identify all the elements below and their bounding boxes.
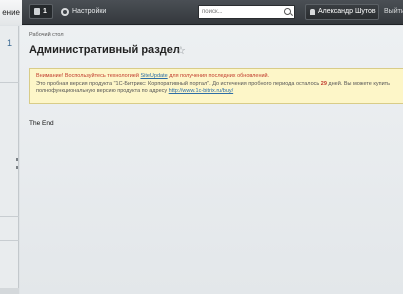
notice-line-2: Это пробная версия продукта "1С-Битрикс:… — [36, 81, 403, 89]
search-input[interactable] — [199, 6, 279, 18]
settings-button[interactable]: Настройки — [61, 0, 106, 25]
left-menu-footer — [0, 288, 19, 294]
notice-line-3: полнофункциональную версию продукта по а… — [36, 88, 403, 96]
logout-link[interactable]: Выйти — [384, 0, 403, 24]
top-panel: ение 1 Настройки Александр Шутов Выйти — [0, 0, 403, 25]
left-menu-divider — [0, 216, 19, 217]
main-content: Рабочий стол Административный раздел ☆ В… — [20, 26, 403, 294]
notifications-count: 1 — [43, 8, 47, 15]
left-menu-marker — [16, 166, 18, 169]
user-name: Александр Шутов — [318, 8, 376, 15]
gear-icon — [61, 8, 69, 16]
left-menu-divider — [0, 82, 19, 83]
notice-line-1: Внимание! Воспользуйтесь технологией Sit… — [36, 73, 403, 81]
footer-text: The End — [29, 120, 54, 127]
buy-text: полнофункциональную версию продукта по а… — [36, 88, 169, 94]
favorite-star-icon[interactable]: ☆ — [176, 44, 186, 57]
buy-link[interactable]: http://www.1c-bitrix.ru/buy/ — [169, 88, 234, 94]
search-box — [198, 5, 295, 19]
notifications-button[interactable]: 1 — [29, 4, 53, 19]
left-menu-divider — [0, 240, 19, 241]
top-tab[interactable]: ение — [0, 0, 22, 25]
breadcrumb[interactable]: Рабочий стол — [29, 32, 64, 38]
notification-icon — [34, 8, 40, 15]
update-notice: Внимание! Воспользуйтесь технологией Sit… — [29, 68, 403, 104]
notice-warning-suffix: для получения последних обновлений. — [167, 73, 270, 79]
left-menu-marker — [16, 158, 18, 161]
left-menu-badge[interactable]: 1 — [0, 38, 19, 48]
user-icon — [310, 9, 315, 15]
left-menu: 1 — [0, 26, 19, 294]
user-button[interactable]: Александр Шутов — [305, 4, 379, 20]
settings-label: Настройки — [72, 8, 107, 15]
trial-text: Это пробная версия продукта "1С-Битрикс:… — [36, 80, 321, 87]
notice-warning-text: Внимание! Воспользуйтесь технологией — [36, 73, 141, 79]
page-title: Административный раздел — [29, 44, 180, 56]
search-icon[interactable] — [284, 8, 291, 15]
top-tab-label: ение — [2, 8, 20, 17]
siteupdate-link[interactable]: SiteUpdate — [140, 73, 167, 79]
trial-text-suffix: дней. Вы можете купить — [326, 80, 391, 87]
